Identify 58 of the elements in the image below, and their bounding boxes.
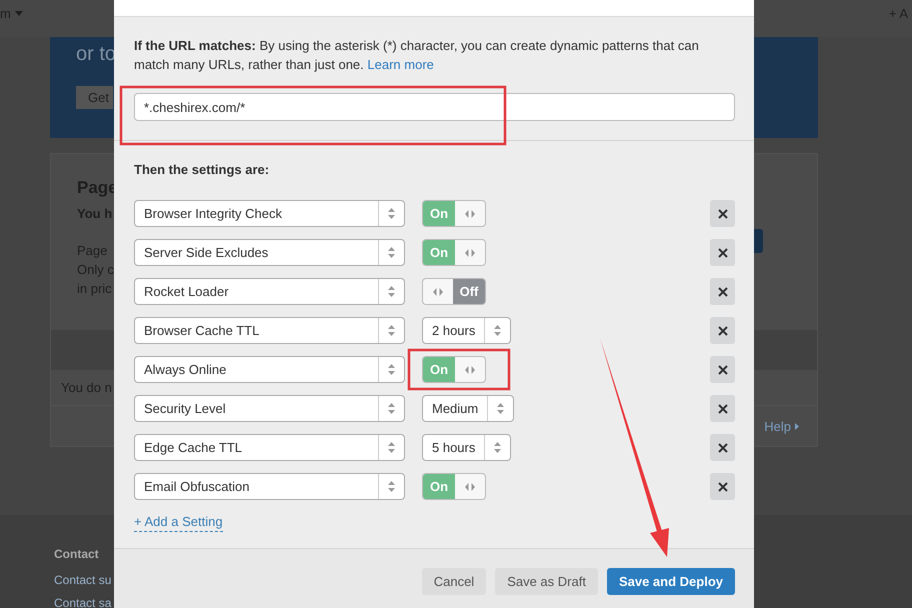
updown-arrows-icon	[388, 208, 395, 219]
footer-heading: Contact	[54, 547, 99, 561]
learn-more-link[interactable]: Learn more	[367, 57, 434, 72]
setting-dropdown[interactable]: Edge Cache TTL	[134, 434, 405, 461]
help-link[interactable]: Help	[764, 418, 799, 434]
remove-button[interactable]	[710, 200, 735, 227]
remove-button[interactable]	[710, 317, 735, 344]
setting-dropdown[interactable]: Browser Integrity Check	[134, 200, 405, 227]
updown-arrows-icon	[388, 403, 395, 414]
close-icon	[718, 364, 728, 374]
deploy-button[interactable]: Save and Deploy	[606, 568, 735, 595]
dialog-button[interactable]: Save as Draft	[495, 568, 598, 595]
close-icon	[718, 208, 728, 218]
left-right-arrows-icon	[433, 288, 443, 296]
caret-icon	[14, 11, 23, 16]
close-icon	[718, 326, 728, 336]
remove-button[interactable]	[710, 356, 735, 383]
left-right-arrows-icon	[465, 248, 475, 256]
setting-dropdown[interactable]: Always Online	[134, 356, 405, 383]
left-right-arrows-icon	[465, 482, 475, 490]
url-rule-description: If the URL matches: By using the asterisk (*) character, you can create dynamic patterns that can match many URLs, rather than just one. Learn more	[134, 37, 700, 74]
value-dropdown[interactable]: 5 hours	[422, 434, 512, 461]
close-icon	[718, 482, 728, 492]
footer-link[interactable]: Contact su	[54, 569, 112, 592]
updown-arrows-icon	[388, 364, 395, 375]
updown-arrows-icon	[388, 442, 395, 453]
add-setting-link[interactable]: + Add a Setting	[134, 514, 223, 532]
toggle-switch[interactable]: Off	[422, 278, 486, 305]
footer-link[interactable]: Contact sa	[54, 592, 112, 608]
close-icon	[718, 248, 728, 258]
setting-dropdown[interactable]: Server Side Excludes	[134, 239, 405, 266]
updown-arrows-icon	[497, 403, 504, 414]
updown-arrows-icon	[388, 481, 395, 492]
caret-icon	[795, 422, 799, 430]
left-right-arrows-icon	[465, 366, 475, 374]
remove-button[interactable]	[710, 473, 735, 500]
updown-arrows-icon	[388, 325, 395, 336]
updown-arrows-icon	[494, 325, 502, 336]
settings-heading: Then the settings are:	[134, 162, 270, 177]
updown-arrows-icon	[494, 442, 502, 453]
updown-arrows-icon	[388, 247, 395, 258]
setting-dropdown[interactable]: Email Obfuscation	[134, 473, 405, 500]
left-right-arrows-icon	[465, 210, 475, 218]
remove-button[interactable]	[710, 239, 735, 266]
value-dropdown[interactable]: Medium	[422, 395, 514, 422]
setting-dropdown[interactable]: Security Level	[134, 395, 405, 422]
close-icon	[718, 286, 728, 296]
dialog-button[interactable]: Cancel	[422, 568, 486, 595]
setting-dropdown[interactable]: Browser Cache TTL	[134, 317, 405, 344]
value-dropdown[interactable]: 2 hours	[422, 317, 512, 344]
updown-arrows-icon	[388, 286, 395, 297]
setting-dropdown[interactable]: Rocket Loader	[134, 278, 405, 305]
remove-button[interactable]	[710, 278, 735, 305]
url-pattern-field[interactable]: *.cheshirex.com/*	[134, 93, 735, 121]
close-icon	[718, 404, 728, 414]
remove-button[interactable]	[710, 434, 735, 461]
close-icon	[718, 442, 728, 452]
remove-button[interactable]	[710, 395, 735, 422]
